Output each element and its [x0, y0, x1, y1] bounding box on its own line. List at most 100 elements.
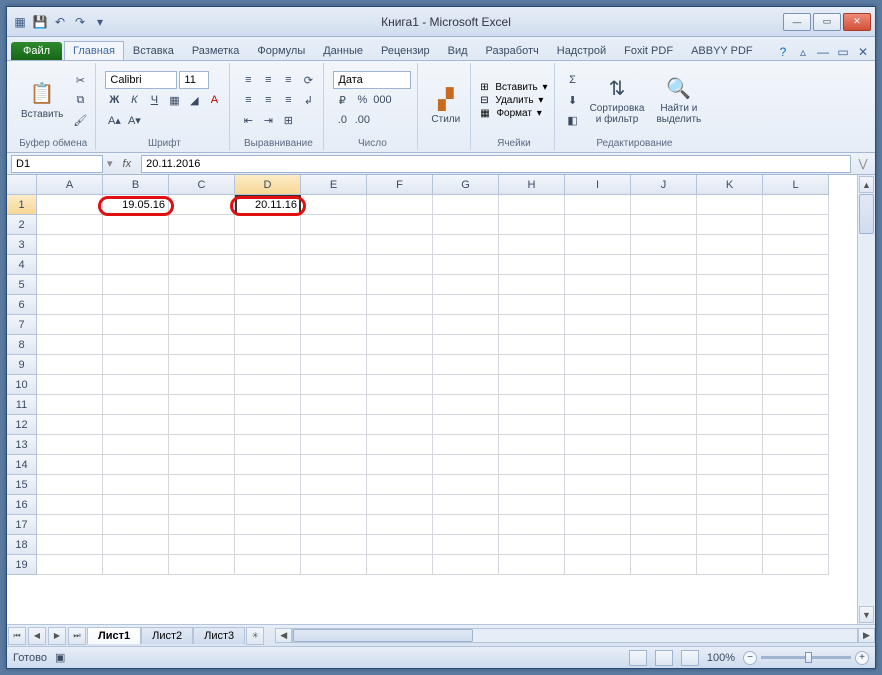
cell-E1[interactable]	[301, 195, 367, 215]
find-select-button[interactable]: 🔍 Найти и выделить	[652, 73, 705, 127]
cell-B9[interactable]	[103, 355, 169, 375]
font-name-combo[interactable]: Calibri	[105, 71, 177, 89]
cell-C18[interactable]	[169, 535, 235, 555]
shrink-font-icon[interactable]: A▾	[125, 111, 143, 129]
cell-E7[interactable]	[301, 315, 367, 335]
decrease-decimal-icon[interactable]: .00	[353, 111, 371, 129]
col-header-H[interactable]: H	[499, 175, 565, 195]
cell-B1[interactable]: 19.05.16	[103, 195, 169, 215]
cell-L17[interactable]	[763, 515, 829, 535]
tab-developer[interactable]: Разработч	[477, 41, 548, 60]
cell-H19[interactable]	[499, 555, 565, 575]
zoom-knob[interactable]	[805, 652, 812, 663]
cell-H16[interactable]	[499, 495, 565, 515]
select-all-corner[interactable]	[7, 175, 37, 195]
cell-E4[interactable]	[301, 255, 367, 275]
cell-D19[interactable]	[235, 555, 301, 575]
sort-filter-button[interactable]: ⇅ Сортировка и фильтр	[586, 73, 649, 127]
cell-L11[interactable]	[763, 395, 829, 415]
cell-D17[interactable]	[235, 515, 301, 535]
fill-icon[interactable]: ⬇	[564, 91, 582, 109]
tab-addins[interactable]: Надстрой	[548, 41, 615, 60]
cell-B2[interactable]	[103, 215, 169, 235]
cell-G2[interactable]	[433, 215, 499, 235]
cell-E10[interactable]	[301, 375, 367, 395]
minimize-button[interactable]: —	[783, 13, 811, 31]
cell-C16[interactable]	[169, 495, 235, 515]
sheet-prev-icon[interactable]: ◀	[28, 627, 46, 645]
new-sheet-icon[interactable]: ✳	[246, 627, 264, 645]
row-header-1[interactable]: 1	[7, 195, 37, 215]
cell-A19[interactable]	[37, 555, 103, 575]
cell-B10[interactable]	[103, 375, 169, 395]
row-header-12[interactable]: 12	[7, 415, 37, 435]
cell-I2[interactable]	[565, 215, 631, 235]
cell-B5[interactable]	[103, 275, 169, 295]
row-header-8[interactable]: 8	[7, 335, 37, 355]
cell-C5[interactable]	[169, 275, 235, 295]
cell-A16[interactable]	[37, 495, 103, 515]
cell-F18[interactable]	[367, 535, 433, 555]
cell-E15[interactable]	[301, 475, 367, 495]
scroll-right-icon[interactable]: ▶	[858, 628, 875, 643]
cell-K18[interactable]	[697, 535, 763, 555]
vertical-scrollbar[interactable]: ▲ ▼	[857, 175, 875, 624]
cell-E12[interactable]	[301, 415, 367, 435]
cell-H7[interactable]	[499, 315, 565, 335]
cell-A3[interactable]	[37, 235, 103, 255]
row-header-9[interactable]: 9	[7, 355, 37, 375]
cell-L15[interactable]	[763, 475, 829, 495]
col-header-G[interactable]: G	[433, 175, 499, 195]
cell-J16[interactable]	[631, 495, 697, 515]
cell-J6[interactable]	[631, 295, 697, 315]
cell-I13[interactable]	[565, 435, 631, 455]
cell-G14[interactable]	[433, 455, 499, 475]
zoom-level[interactable]: 100%	[707, 652, 735, 664]
ribbon-minimize-icon[interactable]: ▵	[795, 44, 811, 60]
row-header-19[interactable]: 19	[7, 555, 37, 575]
cell-B15[interactable]	[103, 475, 169, 495]
sheet-next-icon[interactable]: ▶	[48, 627, 66, 645]
row-header-18[interactable]: 18	[7, 535, 37, 555]
cell-C3[interactable]	[169, 235, 235, 255]
cell-F2[interactable]	[367, 215, 433, 235]
view-normal-icon[interactable]	[629, 650, 647, 666]
cell-G16[interactable]	[433, 495, 499, 515]
scroll-up-icon[interactable]: ▲	[859, 176, 874, 193]
merge-cells-icon[interactable]: ⊞	[279, 111, 297, 129]
cell-J4[interactable]	[631, 255, 697, 275]
cell-H8[interactable]	[499, 335, 565, 355]
cell-C6[interactable]	[169, 295, 235, 315]
cell-D16[interactable]	[235, 495, 301, 515]
sheet-tab-3[interactable]: Лист3	[193, 627, 245, 644]
cell-D1[interactable]: 20.11.16	[235, 195, 301, 215]
cell-E11[interactable]	[301, 395, 367, 415]
cell-A14[interactable]	[37, 455, 103, 475]
cell-L12[interactable]	[763, 415, 829, 435]
cell-B19[interactable]	[103, 555, 169, 575]
col-header-C[interactable]: C	[169, 175, 235, 195]
cell-C4[interactable]	[169, 255, 235, 275]
vscroll-thumb[interactable]	[859, 194, 874, 234]
cell-D9[interactable]	[235, 355, 301, 375]
horizontal-scrollbar[interactable]: ◀ ▶	[275, 628, 875, 643]
sheet-first-icon[interactable]: ⏮	[8, 627, 26, 645]
row-header-3[interactable]: 3	[7, 235, 37, 255]
col-header-E[interactable]: E	[301, 175, 367, 195]
row-header-17[interactable]: 17	[7, 515, 37, 535]
cell-D11[interactable]	[235, 395, 301, 415]
cell-L2[interactable]	[763, 215, 829, 235]
row-header-7[interactable]: 7	[7, 315, 37, 335]
cell-L1[interactable]	[763, 195, 829, 215]
cell-L19[interactable]	[763, 555, 829, 575]
cell-A1[interactable]	[37, 195, 103, 215]
cell-E19[interactable]	[301, 555, 367, 575]
cell-E2[interactable]	[301, 215, 367, 235]
cell-J3[interactable]	[631, 235, 697, 255]
cell-K19[interactable]	[697, 555, 763, 575]
row-header-11[interactable]: 11	[7, 395, 37, 415]
cell-G19[interactable]	[433, 555, 499, 575]
cell-B14[interactable]	[103, 455, 169, 475]
row-header-13[interactable]: 13	[7, 435, 37, 455]
cell-G11[interactable]	[433, 395, 499, 415]
